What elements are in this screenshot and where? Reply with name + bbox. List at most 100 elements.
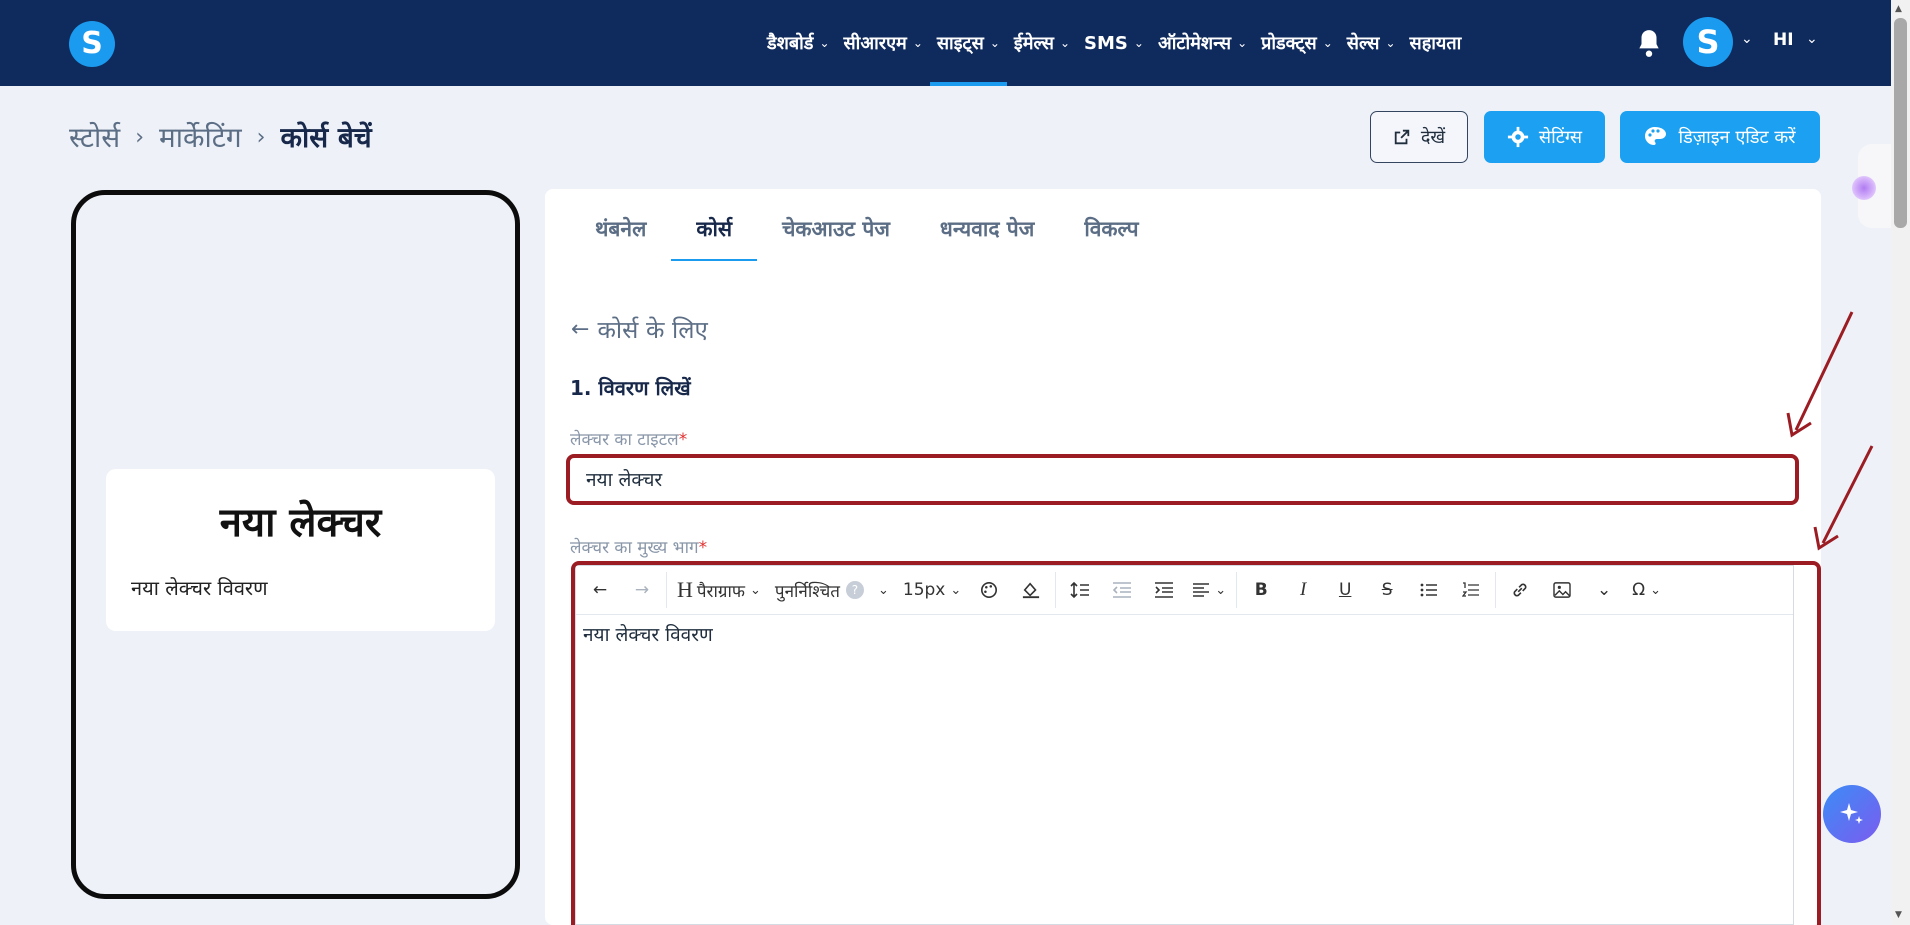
required-mark: * — [678, 430, 688, 450]
tab-checkout-page[interactable]: चेकआउट पेज — [782, 189, 890, 261]
special-character-dropdown[interactable]: Ω ⌄ — [1628, 572, 1665, 608]
palette-icon — [1644, 126, 1668, 148]
tab-thumbnail[interactable]: थंबनेल — [595, 189, 646, 261]
app-logo[interactable]: S — [69, 21, 115, 67]
chevron-right-icon: › — [256, 124, 266, 150]
chevron-down-icon: ⌄ — [1133, 36, 1144, 50]
omega-icon: Ω — [1632, 580, 1646, 600]
nav-item-automations[interactable]: ऑटोमेशन्स ⌄ — [1151, 0, 1254, 86]
nav-item-sites[interactable]: साइट्स ⌄ — [929, 0, 1007, 86]
top-navbar: S डैशबोर्ड ⌄ सीआरएम ⌄ साइट्स ⌄ ईमेल्स ⌄ SMS ⌄… — [0, 0, 1910, 86]
chevron-down-icon: ⌄ — [989, 36, 1000, 50]
preview-lecture-description: नया लेक्चर विवरण — [131, 576, 268, 600]
undo-icon[interactable]: ← — [582, 572, 618, 608]
scroll-up-icon[interactable]: ▲ — [1895, 4, 1902, 14]
edit-design-button-label: डिज़ाइन एडिट करें — [1678, 127, 1796, 148]
main-nav: डैशबोर्ड ⌄ सीआरएम ⌄ साइट्स ⌄ ईमेल्स ⌄ SMS ⌄ ऑ… — [760, 0, 1468, 86]
preview-lecture-card: नया लेक्चर नया लेक्चर विवरण — [106, 469, 495, 631]
tab-course[interactable]: कोर्स — [671, 189, 757, 261]
breadcrumb-current: कोर्स बेचें — [280, 121, 372, 154]
heading-icon: H — [677, 577, 693, 602]
indent-icon[interactable] — [1146, 572, 1182, 608]
preview-lecture-title: नया लेक्चर — [219, 500, 382, 546]
nav-item-sales[interactable]: सेल्स ⌄ — [1340, 0, 1403, 86]
help-icon: ? — [845, 581, 864, 599]
chevron-down-icon: ⌄ — [1059, 36, 1071, 50]
block-format-value: पैराग्राफ — [696, 581, 746, 602]
chevron-down-icon: ⌄ — [1650, 582, 1662, 598]
nav-item-crm[interactable]: सीआरएम ⌄ — [837, 0, 930, 86]
image-icon[interactable] — [1544, 572, 1580, 608]
breadcrumb-marketing[interactable]: मार्केटिंग — [159, 118, 242, 156]
editor-content[interactable]: नया लेक्चर विवरण — [576, 615, 1793, 653]
editor-panel: थंबनेल कोर्स चेकआउट पेज धन्यवाद पेज विकल… — [545, 189, 1821, 925]
underline-icon[interactable]: U — [1327, 572, 1363, 608]
chevron-down-icon: ⌄ — [819, 36, 830, 50]
toolbar-divider — [1495, 572, 1497, 608]
external-link-icon — [1393, 128, 1411, 146]
sparkles-icon — [1840, 803, 1863, 824]
lecture-body-label-text: लेक्चर का मुख्य भाग — [570, 538, 699, 558]
nav-item-dashboard[interactable]: डैशबोर्ड ⌄ — [760, 0, 837, 86]
font-family-dropdown[interactable]: पुनर्निश्चित ? ⌄ — [771, 572, 893, 608]
nav-item-sms[interactable]: SMS ⌄ — [1077, 0, 1151, 86]
back-to-course-link[interactable]: ← कोर्स के लिए — [571, 313, 708, 346]
bullet-list-icon[interactable] — [1411, 572, 1447, 608]
nav-item-label: प्रोडक्ट्स — [1261, 33, 1317, 54]
chevron-down-icon[interactable]: ⌄ — [1806, 31, 1818, 47]
nav-item-label: ईमेल्स — [1013, 33, 1054, 54]
scrollbar-thumb[interactable] — [1894, 18, 1907, 228]
chevron-down-icon: ⌄ — [877, 582, 889, 598]
align-dropdown[interactable]: ⌄ — [1188, 572, 1230, 608]
line-height-icon[interactable] — [1062, 572, 1098, 608]
lecture-title-input[interactable]: नया लेक्चर — [569, 455, 1796, 503]
scroll-down-icon[interactable]: ▼ — [1895, 910, 1902, 920]
link-icon[interactable] — [1502, 572, 1538, 608]
arrow-left-icon: ← — [571, 317, 590, 342]
bold-icon[interactable]: B — [1243, 572, 1279, 608]
edit-design-button[interactable]: डिज़ाइन एडिट करें — [1620, 111, 1820, 163]
chevron-down-icon: ⌄ — [1237, 36, 1248, 50]
nav-item-emails[interactable]: ईमेल्स ⌄ — [1007, 0, 1077, 86]
nav-item-label: डैशबोर्ड — [767, 33, 814, 54]
view-button-label: देखें — [1420, 127, 1446, 148]
breadcrumb: स्टोर्स › मार्केटिंग › कोर्स बेचें — [69, 118, 372, 156]
settings-button[interactable]: सेटिंग्स — [1484, 111, 1605, 163]
ai-assistant-button[interactable] — [1823, 785, 1881, 843]
chevron-right-icon: › — [135, 124, 144, 150]
toolbar-divider — [1236, 572, 1238, 608]
strikethrough-icon[interactable]: S — [1369, 572, 1405, 608]
user-avatar[interactable]: S — [1683, 17, 1733, 67]
language-selector[interactable]: HI — [1773, 30, 1794, 50]
chevron-down-icon: ⌄ — [1322, 36, 1333, 50]
toolbar-divider — [666, 572, 667, 608]
section-title: 1. विवरण लिखें — [570, 376, 691, 400]
nav-item-label: साइट्स — [936, 33, 984, 54]
italic-icon[interactable]: I — [1285, 572, 1321, 608]
view-button[interactable]: देखें — [1370, 111, 1468, 163]
required-mark: * — [698, 538, 708, 558]
toolbar-divider — [1055, 572, 1057, 608]
lecture-title-label-text: लेक्चर का टाइटल — [570, 430, 679, 450]
text-color-icon[interactable] — [971, 572, 1007, 608]
outdent-icon[interactable] — [1104, 572, 1140, 608]
chevron-down-icon[interactable]: ⌄ — [1741, 31, 1753, 47]
nav-item-label: सहायता — [1409, 33, 1462, 54]
font-size-dropdown[interactable]: 15px ⌄ — [899, 572, 965, 608]
highlight-color-icon[interactable] — [1013, 572, 1049, 608]
nav-item-label: SMS — [1084, 32, 1128, 54]
lecture-body-editor: ← → H पैराग्राफ ⌄ पुनर्निश्चित ? ⌄ 15px … — [575, 565, 1794, 925]
bell-icon[interactable] — [1636, 28, 1662, 58]
redo-icon[interactable]: → — [624, 572, 660, 608]
tab-thank-you-page[interactable]: धन्यवाद पेज — [940, 189, 1034, 261]
assistant-dot-icon[interactable] — [1852, 176, 1876, 200]
nav-item-products[interactable]: प्रोडक्ट्स ⌄ — [1254, 0, 1340, 86]
more-insert-dropdown[interactable]: ⌄ — [1586, 572, 1622, 608]
tab-options[interactable]: विकल्प — [1084, 189, 1138, 261]
annotation-arrow — [1821, 445, 1874, 544]
numbered-list-icon[interactable] — [1453, 572, 1489, 608]
block-format-dropdown[interactable]: H पैराग्राफ ⌄ — [673, 572, 765, 608]
breadcrumb-stores[interactable]: स्टोर्स — [69, 118, 120, 156]
chevron-down-icon: ⌄ — [950, 582, 962, 598]
nav-item-help[interactable]: सहायता — [1403, 0, 1469, 86]
